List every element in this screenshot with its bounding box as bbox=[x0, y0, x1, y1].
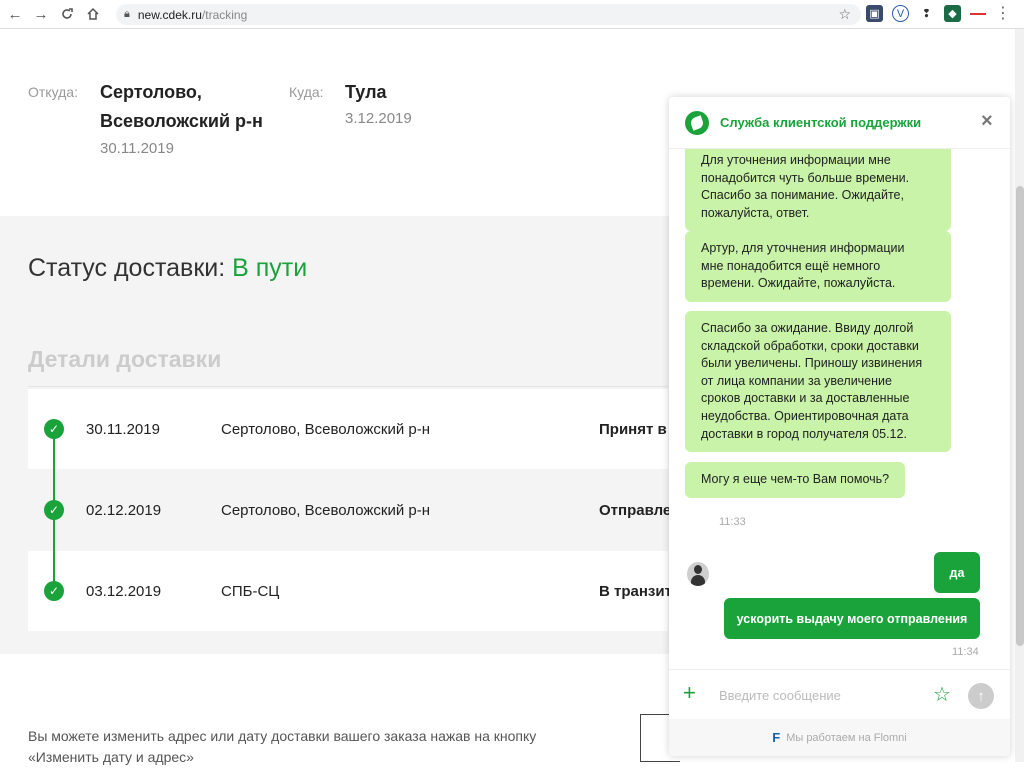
row-date: 03.12.2019 bbox=[86, 583, 162, 600]
message-input[interactable] bbox=[719, 684, 919, 706]
chat-header: Служба клиентской поддержки × bbox=[669, 97, 1010, 149]
chat-messages[interactable]: Для уточнения информации мне понадобится… bbox=[669, 149, 1010, 669]
from-city-line1: Сертолово, bbox=[100, 82, 202, 102]
address-bar[interactable]: 🔒︎ new.cdek.ru/tracking ☆ bbox=[116, 4, 861, 25]
message-line: Могу я еще чем-то Вам помочь? bbox=[701, 472, 890, 486]
message-line: мне понадобится ещё немного bbox=[701, 258, 881, 273]
tracking-row: 02.12.2019 Сертолово, Всеволожский р-н О… bbox=[28, 470, 672, 550]
chat-title: Служба клиентской поддержки bbox=[720, 115, 922, 130]
page-scrollbar-thumb[interactable] bbox=[1016, 186, 1024, 646]
send-arrow-icon[interactable]: ↑ bbox=[968, 683, 994, 709]
message-line: Артур, для уточнения информации bbox=[701, 241, 905, 255]
message-line: времени. Ожидайте, пожалуйста. bbox=[701, 276, 896, 291]
row-state: Принят в bbox=[599, 421, 667, 438]
details-title: Детали доставки bbox=[28, 346, 222, 372]
message-line: сроков доставки и за доставленные bbox=[701, 391, 910, 406]
agent-avatar bbox=[687, 562, 709, 586]
to-label: Куда: bbox=[289, 84, 324, 100]
row-state: Отправле bbox=[599, 502, 672, 519]
lock-icon: 🔒︎ bbox=[124, 8, 130, 20]
powered-by-text: Мы работаем на Flomni bbox=[786, 731, 907, 744]
check-icon: ✓ bbox=[44, 581, 64, 601]
bookmark-star-icon[interactable]: ☆ bbox=[838, 6, 851, 23]
cdek-logo-icon bbox=[685, 111, 709, 135]
message-line: пожалуйста, ответ. bbox=[701, 205, 810, 220]
check-icon: ✓ bbox=[44, 419, 64, 439]
forward-icon[interactable]: → bbox=[30, 3, 52, 25]
star-icon[interactable]: ☆ bbox=[933, 682, 951, 707]
agent-message: Могу я еще чем-то Вам помочь? bbox=[685, 462, 906, 498]
row-place: СПБ-СЦ bbox=[221, 583, 280, 600]
extension-icon[interactable]: ▣ bbox=[866, 5, 883, 22]
back-icon[interactable]: ← bbox=[4, 3, 26, 25]
url-host: new.cdek.ru bbox=[137, 7, 202, 22]
row-date: 30.11.2019 bbox=[86, 421, 160, 438]
message-line: Для уточнения информации мне bbox=[701, 153, 891, 167]
tracking-row: 03.12.2019 СПБ-СЦ В транзит bbox=[28, 551, 672, 631]
message-line: доставки в город получателя 05.12. bbox=[701, 426, 907, 441]
to-date: 3.12.2019 bbox=[345, 110, 412, 127]
chat-composer: + ☆ ↑ bbox=[669, 669, 1010, 719]
home-icon[interactable] bbox=[82, 3, 104, 25]
status-label: Статус доставки: bbox=[28, 254, 226, 282]
browser-toolbar: ← → 🔒︎ new.cdek.ru/tracking ☆ ▣ V ❢ ◆ ⋮ bbox=[0, 0, 1024, 29]
message-line: Спасибо за понимание. Ожидайте, bbox=[701, 188, 904, 203]
agent-timestamp: 11:33 bbox=[719, 516, 746, 528]
divider bbox=[28, 386, 668, 387]
message-line: неудобства. Ориентировочная дата bbox=[701, 408, 909, 423]
reload-icon[interactable] bbox=[56, 3, 78, 25]
message-line: складской обработки, сроки доставки bbox=[701, 338, 919, 353]
user-message: да bbox=[934, 552, 980, 593]
extension-icon[interactable]: V bbox=[892, 5, 909, 22]
from-city-line2: Всеволожский р-н bbox=[100, 111, 263, 131]
row-state: В транзит bbox=[599, 583, 672, 600]
support-chat-widget: Служба клиентской поддержки × Для уточне… bbox=[669, 97, 1010, 756]
extensions-area: ▣ V ❢ ◆ ⋮ bbox=[866, 5, 1011, 22]
from-label: Откуда: bbox=[28, 84, 78, 100]
powered-by: F Мы работаем на Flomni bbox=[669, 719, 1010, 756]
url-path: /tracking bbox=[201, 7, 248, 22]
extension-icon[interactable] bbox=[970, 12, 986, 15]
row-place: Сертолово, Всеволожский р-н bbox=[221, 502, 431, 519]
note-line: Вы можете изменить адрес или дату достав… bbox=[28, 728, 537, 744]
user-timestamp: 11:34 bbox=[952, 646, 979, 658]
message-line: от лица компании за увеличение bbox=[701, 373, 892, 388]
attach-plus-icon[interactable]: + bbox=[683, 682, 696, 704]
route-info: Откуда: Сертолово, Всеволожский р-н 30.1… bbox=[28, 78, 668, 168]
tracking-row: 30.11.2019 Сертолово, Всеволожский р-н П… bbox=[28, 389, 668, 469]
message-line: понадобится чуть больше времени. bbox=[701, 170, 910, 185]
delivery-status: Статус доставки: В пути bbox=[28, 254, 307, 283]
row-date: 02.12.2019 bbox=[86, 502, 162, 519]
agent-message: Для уточнения информации мне понадобится… bbox=[685, 149, 951, 232]
row-place: Сертолово, Всеволожский р-н bbox=[221, 421, 431, 438]
message-line: были увеличены. Приношу извинения bbox=[701, 356, 923, 371]
user-message: ускорить выдачу моего отправления bbox=[724, 598, 980, 639]
extension-icon[interactable]: ❢ bbox=[918, 5, 935, 22]
to-city: Тула bbox=[345, 82, 387, 102]
message-line: Спасибо за ожидание. Ввиду долгой bbox=[701, 321, 914, 335]
status-value: В пути bbox=[232, 254, 308, 282]
from-date: 30.11.2019 bbox=[100, 140, 174, 157]
browser-menu-icon[interactable]: ⋮ bbox=[995, 5, 1011, 21]
close-icon[interactable]: × bbox=[981, 110, 993, 133]
check-icon: ✓ bbox=[44, 500, 64, 520]
flomni-logo-icon: F bbox=[772, 730, 781, 745]
extension-icon[interactable]: ◆ bbox=[944, 5, 961, 22]
agent-message: Спасибо за ожидание. Ввиду долгой складс… bbox=[685, 311, 951, 453]
note-line: «Изменить дату и адрес» bbox=[28, 749, 194, 765]
agent-message: Артур, для уточнения информации мне пона… bbox=[685, 231, 951, 302]
